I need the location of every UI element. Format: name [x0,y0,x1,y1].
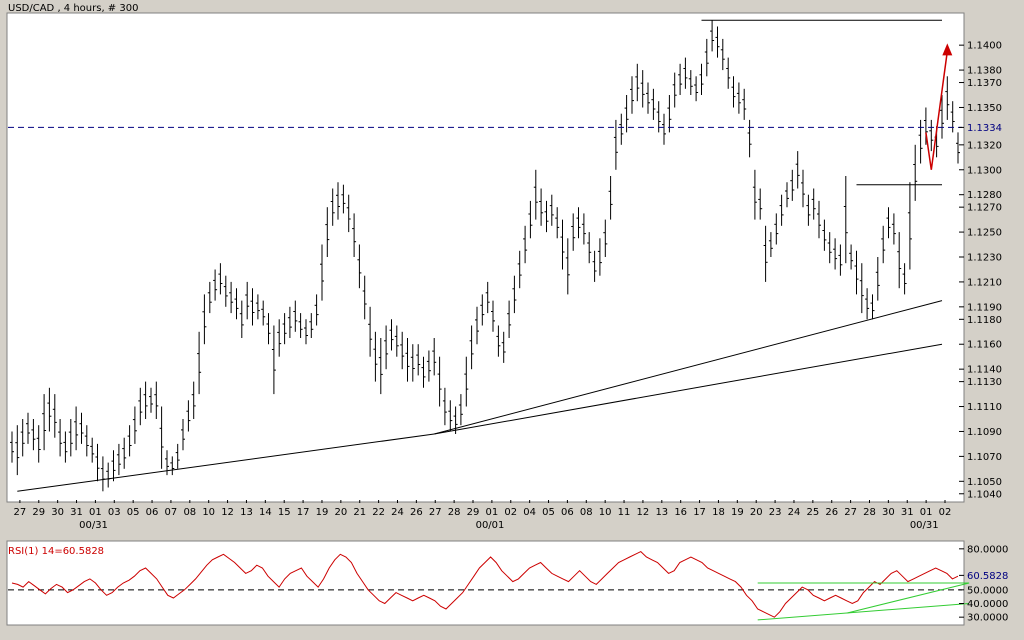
price-x-tick-label: 31 [70,507,83,518]
price-x-tick-label: 20 [334,507,347,518]
price-x-tick-label: 03 [108,507,121,518]
price-y-tick-label: 1.1334 [967,123,1002,134]
price-x-tick-label: 19 [316,507,329,518]
price-x-tick-label: 13 [655,507,668,518]
price-x-tick-label: 12 [637,507,650,518]
price-x-tick-label: 01 [920,507,933,518]
price-x-tick-label: 01 [89,507,102,518]
price-x-tick-label: 15 [278,507,291,518]
price-y-tick-label: 1.1180 [967,315,1002,326]
price-x-tick-label: 13 [240,507,253,518]
price-x-tick-label: 24 [788,507,801,518]
rsi-y-tick-label: 40.0000 [967,599,1008,610]
price-y-tick-label: 1.1320 [967,140,1002,151]
price-x-tick-label: 12 [221,507,234,518]
price-x-tick-label: 29 [32,507,45,518]
price-y-tick-label: 1.1270 [967,203,1002,214]
price-x-tick-label: 24 [391,507,404,518]
price-x-tick-label: 27 [844,507,857,518]
rsi-y-tick-label: 60.5828 [967,571,1008,582]
price-x-tick-label: 20 [750,507,763,518]
rsi-panel: RSI(1) 14=60.5828 80.0000 60.5828 50.0000 4… [6,540,1008,626]
price-x-tick-label: 05 [542,507,555,518]
price-x-tick-label: 28 [863,507,876,518]
price-chart-title: USD/CAD , 4 hours, # 300 [8,3,138,14]
price-x-tick-label: 10 [599,507,612,518]
price-y-tick-label: 1.1280 [967,190,1002,201]
price-x-tick-label: 06 [146,507,159,518]
price-x-tick-label: 17 [693,507,706,518]
price-y-tick-label: 1.1130 [967,377,1002,388]
chart-svg: USD/CAD , 4 hours, # 300 1.14001.13801.1… [0,0,1024,636]
price-x-tick-label: 18 [712,507,725,518]
rsi-title: RSI(1) 14=60.5828 [8,546,104,557]
price-x-tick-label: 16 [674,507,687,518]
price-panel: USD/CAD , 4 hours, # 300 1.14001.13801.1… [6,3,1002,531]
price-x-tick-label: 21 [353,507,366,518]
price-y-tick-label: 1.1380 [967,66,1002,77]
price-x-tick-label: 06 [561,507,574,518]
price-x-tick-label: 10 [202,507,215,518]
price-y-tick-label: 1.1050 [967,477,1002,488]
price-x-tick-label: 17 [297,507,310,518]
price-x-tick-label: 04 [523,507,536,518]
price-x-tick-label: 11 [618,507,631,518]
price-x-tick-label: 29 [467,507,480,518]
price-y-tick-label: 1.1190 [967,302,1002,313]
price-y-tick-label: 1.1090 [967,427,1002,438]
price-month-label: 00/01 [476,520,505,531]
price-y-tick-label: 1.1070 [967,452,1002,463]
price-x-tick-label: 25 [806,507,819,518]
price-x-tick-label: 14 [259,507,272,518]
price-x-tick-label: 27 [429,507,442,518]
price-x-tick-label: 31 [901,507,914,518]
price-x-tick-label: 26 [825,507,838,518]
price-x-tick-label: 22 [372,507,385,518]
chart-window: USD/CAD , 4 hours, # 300 1.1400 1.1380 1.1… [0,0,1024,636]
price-x-tick-label: 02 [504,507,517,518]
price-y-tick-label: 1.1230 [967,253,1002,264]
price-y-tick-label: 1.1160 [967,340,1002,351]
price-x-tick-label: 02 [939,507,952,518]
price-x-tick-label: 26 [410,507,423,518]
rsi-y-tick-label: 80.0000 [967,544,1008,555]
price-month-label: 00/31 [79,520,108,531]
price-x-tick-label: 23 [769,507,782,518]
price-x-tick-label: 30 [882,507,895,518]
price-y-tick-label: 1.1040 [967,489,1002,500]
price-y-tick-label: 1.1210 [967,277,1002,288]
price-y-tick-label: 1.1110 [967,402,1002,413]
price-y-tick-label: 1.1350 [967,103,1002,114]
price-month-label: 00/31 [910,520,939,531]
price-x-tick-label: 07 [165,507,178,518]
price-x-tick-label: 28 [448,507,461,518]
price-x-tick-label: 08 [580,507,593,518]
rsi-y-tick-label: 50.0000 [967,585,1008,596]
price-x-tick-label: 30 [51,507,64,518]
price-x-tick-label: 08 [183,507,196,518]
price-x-tick-label: 01 [486,507,499,518]
price-y-tick-label: 1.1140 [967,365,1002,376]
price-y-tick-label: 1.1300 [967,165,1002,176]
price-y-tick-label: 1.1250 [967,228,1002,239]
price-x-tick-label: 19 [731,507,744,518]
price-y-tick-label: 1.1370 [967,78,1002,89]
rsi-y-tick-label: 30.0000 [967,613,1008,624]
price-x-tick-label: 27 [14,507,27,518]
price-x-tick-label: 05 [127,507,140,518]
price-y-tick-label: 1.1400 [967,41,1002,52]
price-plot-area[interactable] [6,12,965,503]
